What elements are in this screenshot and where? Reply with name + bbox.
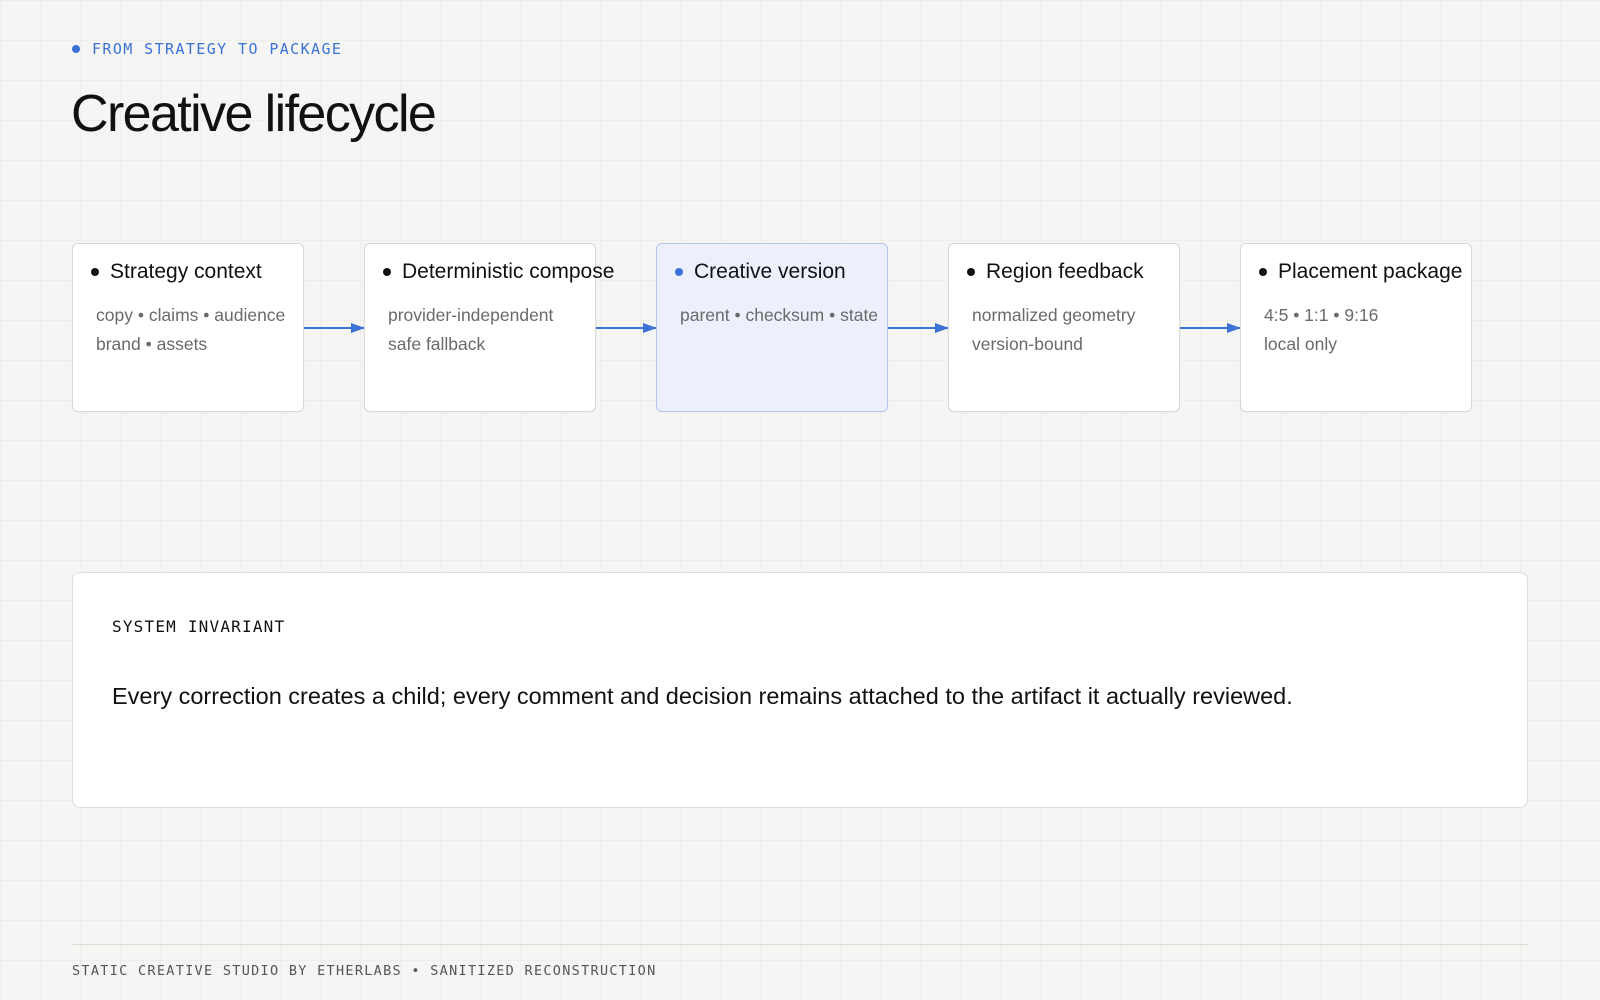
bullet-icon bbox=[1259, 268, 1267, 276]
bullet-icon bbox=[967, 268, 975, 276]
node-detail-line: parent • checksum • state bbox=[680, 305, 879, 325]
node-title: Deterministic compose bbox=[402, 260, 615, 283]
flow-node-deterministic-compose: Deterministic compose provider-independe… bbox=[364, 243, 614, 412]
node-detail-line: 4:5 • 1:1 • 9:16 bbox=[1264, 305, 1379, 325]
node-header: Region feedback bbox=[967, 260, 1144, 284]
node-detail-line: copy • claims • audience bbox=[96, 305, 286, 325]
page-title: Creative lifecycle bbox=[71, 85, 437, 143]
flow-node-creative-version: Creative version parent • checksum • sta… bbox=[656, 243, 888, 412]
invariant-label: SYSTEM INVARIANT bbox=[112, 617, 286, 636]
node-detail-line: version-bound bbox=[972, 334, 1083, 354]
bullet-icon bbox=[675, 268, 683, 276]
node-title: Strategy context bbox=[110, 260, 262, 283]
flow-connectors bbox=[304, 323, 1241, 333]
node-details: provider-independent safe fallback bbox=[388, 301, 553, 359]
flow-node-strategy-context: Strategy context copy • claims • audienc… bbox=[72, 243, 304, 412]
node-detail-line: brand • assets bbox=[96, 334, 208, 354]
eyebrow: FROM STRATEGY TO PACKAGE bbox=[72, 40, 342, 58]
node-detail-line: normalized geometry bbox=[972, 305, 1136, 325]
node-details: copy • claims • audience brand • assets bbox=[96, 301, 285, 359]
system-invariant-card: SYSTEM INVARIANT Every correction create… bbox=[72, 572, 1528, 808]
node-header: Deterministic compose bbox=[383, 260, 614, 284]
node-header: Creative version bbox=[675, 260, 846, 284]
bullet-icon bbox=[383, 268, 391, 276]
footer-divider bbox=[72, 944, 1528, 945]
node-details: 4:5 • 1:1 • 9:16 local only bbox=[1264, 301, 1378, 359]
node-header: Placement package bbox=[1259, 260, 1462, 284]
footer-text: STATIC CREATIVE STUDIO BY ETHERLABS • SA… bbox=[72, 963, 657, 979]
eyebrow-dot-icon bbox=[72, 45, 80, 53]
node-title: Creative version bbox=[694, 260, 846, 283]
node-header: Strategy context bbox=[91, 260, 262, 284]
node-detail-line: safe fallback bbox=[388, 334, 486, 354]
node-details: parent • checksum • state bbox=[680, 301, 878, 330]
eyebrow-label: FROM STRATEGY TO PACKAGE bbox=[92, 40, 343, 58]
node-detail-line: local only bbox=[1264, 334, 1337, 354]
flow-node-region-feedback: Region feedback normalized geometry vers… bbox=[948, 243, 1180, 412]
bullet-icon bbox=[91, 268, 99, 276]
node-title: Region feedback bbox=[986, 260, 1144, 283]
node-detail-line: provider-independent bbox=[388, 305, 554, 325]
flow-node-placement-package: Placement package 4:5 • 1:1 • 9:16 local… bbox=[1240, 243, 1472, 412]
node-details: normalized geometry version-bound bbox=[972, 301, 1135, 359]
node-title: Placement package bbox=[1278, 260, 1463, 283]
invariant-text: Every correction creates a child; every … bbox=[112, 683, 1293, 709]
